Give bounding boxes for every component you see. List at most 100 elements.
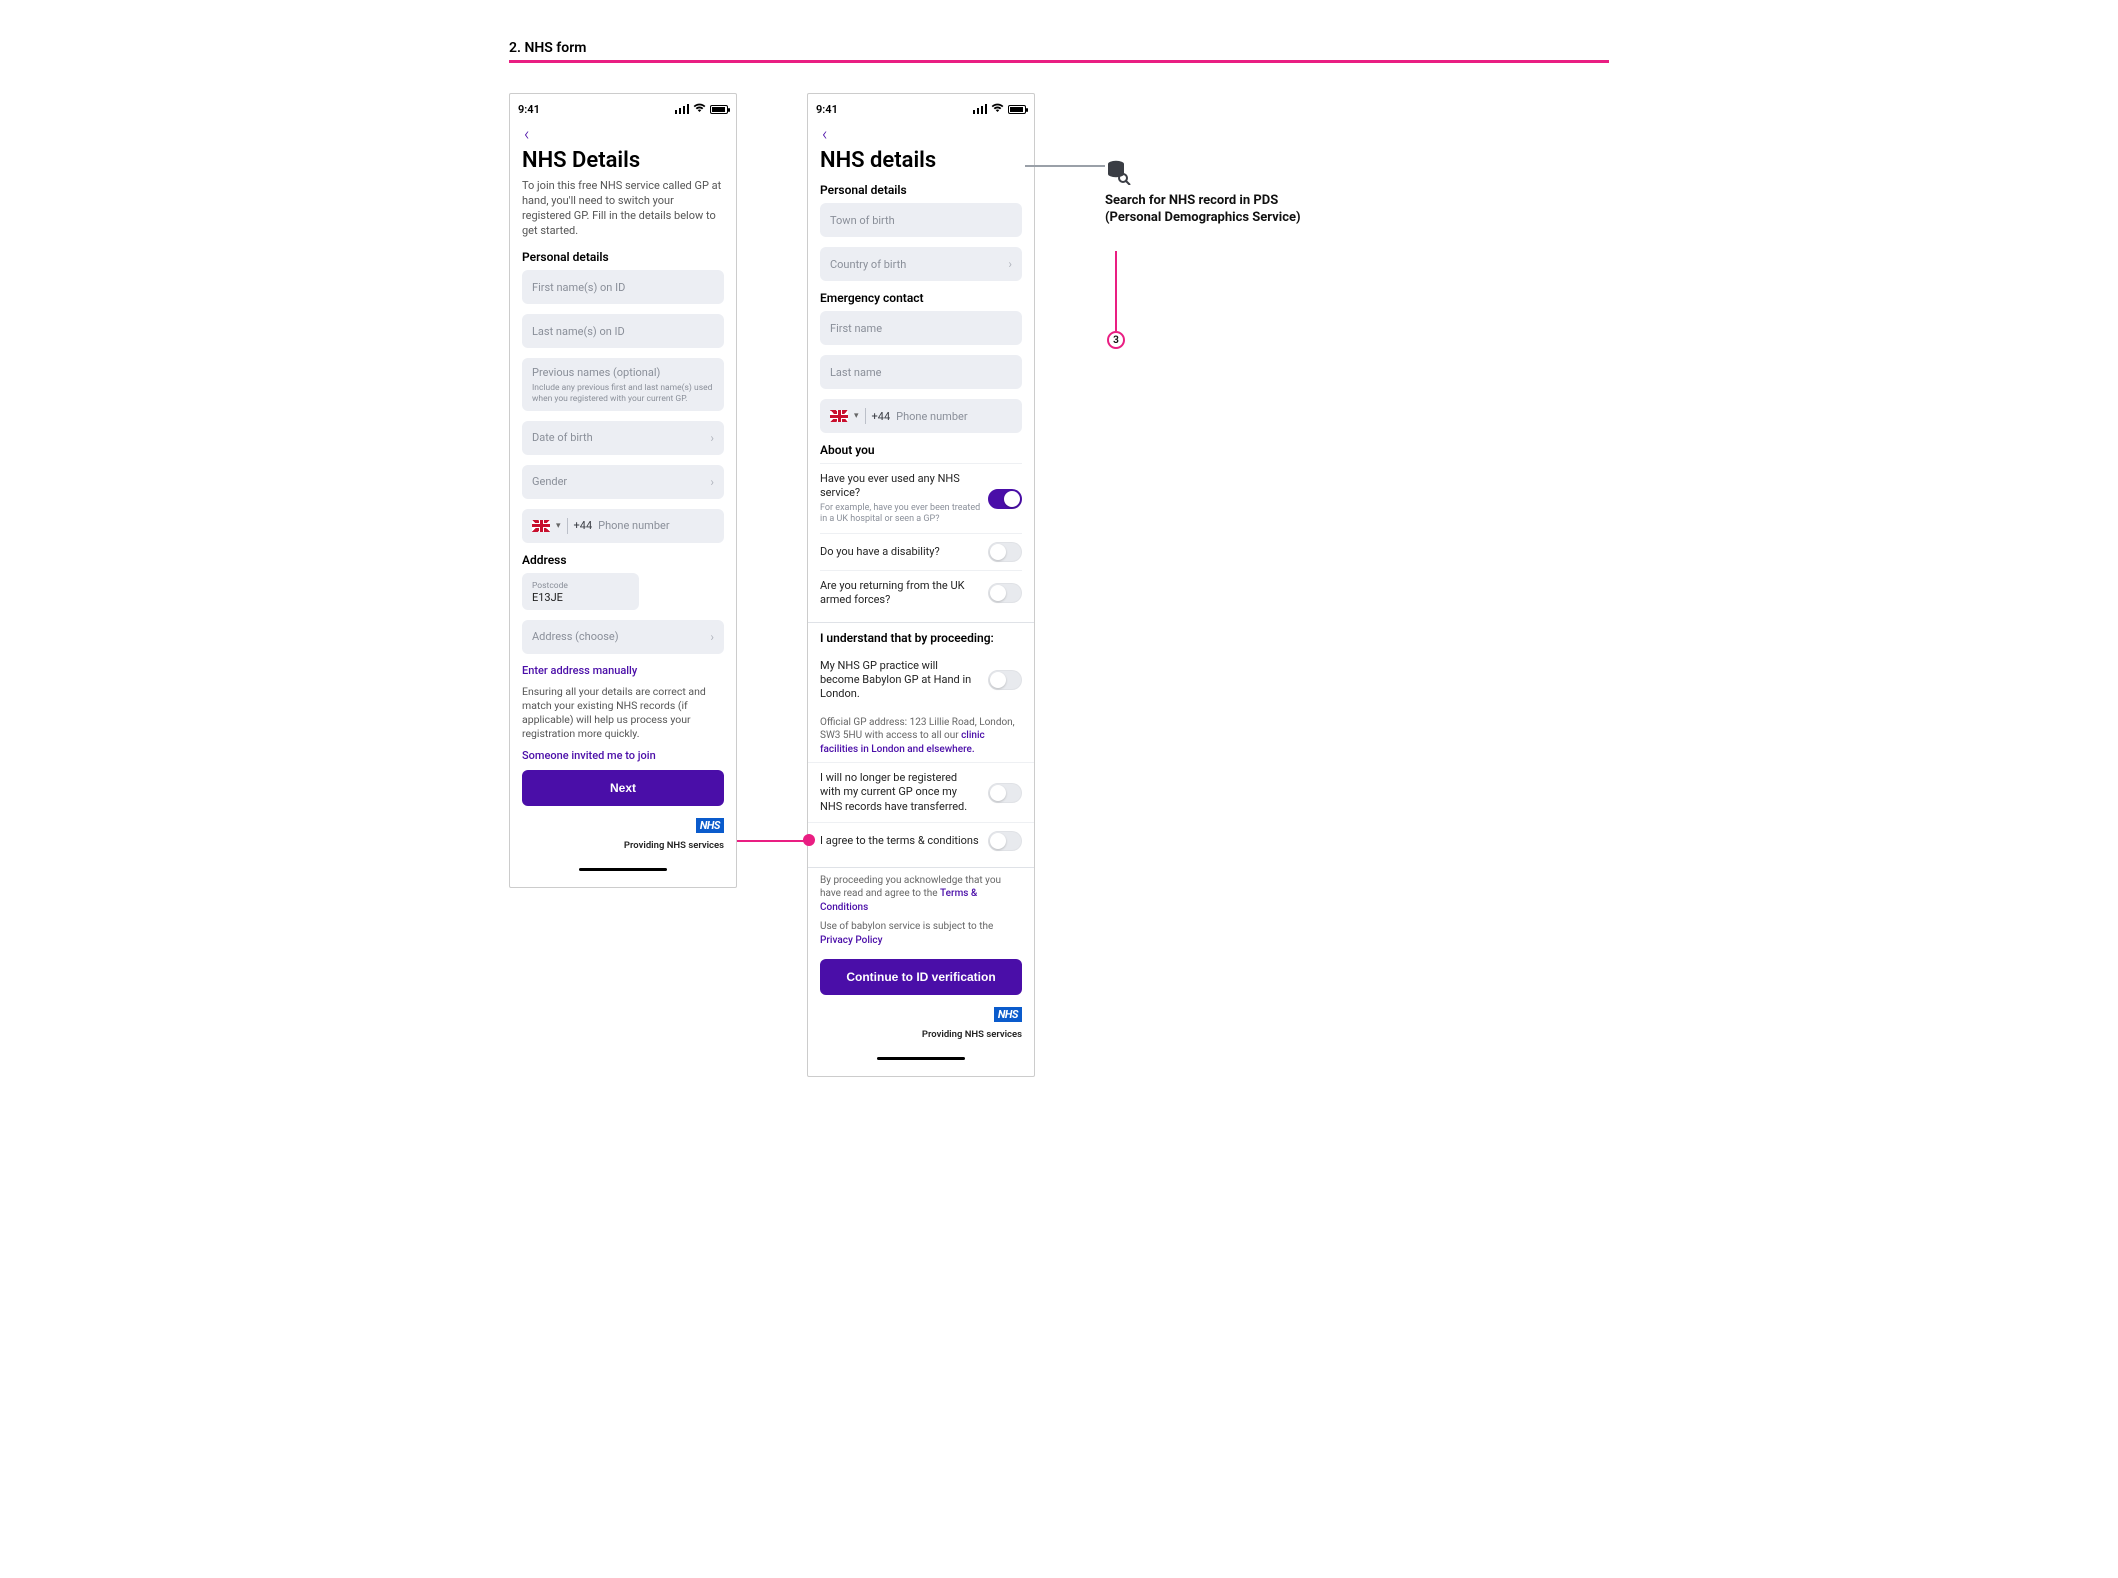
consent-practice-sub: Official GP address: 123 Lillie Road, Lo… xyxy=(820,716,1022,757)
section-title: 2. NHS form xyxy=(509,40,1609,56)
last-name-placeholder: Last name(s) on ID xyxy=(532,325,625,338)
consent-dereg-label: I will no longer be registered with my c… xyxy=(820,771,988,814)
dob-input[interactable]: Date of birth › xyxy=(522,421,724,455)
disability-toggle[interactable] xyxy=(988,542,1022,562)
consent-terms-row: I agree to the terms & conditions xyxy=(820,823,1022,859)
home-indicator xyxy=(579,868,667,871)
back-button[interactable]: ‹ xyxy=(522,124,724,144)
connector-dot xyxy=(803,834,815,846)
phone-input[interactable]: ▾ +44 Phone number xyxy=(522,509,724,543)
consent-dereg-toggle[interactable] xyxy=(988,783,1022,803)
consent-terms-toggle[interactable] xyxy=(988,831,1022,851)
armed-forces-label: Are you returning from the UK armed forc… xyxy=(820,579,988,608)
postcode-value: E13JE xyxy=(532,591,563,604)
signal-icon xyxy=(675,104,689,114)
consent-practice-row: My NHS GP practice will become Babylon G… xyxy=(820,651,1022,710)
uk-flag-icon xyxy=(532,520,550,532)
step-badge-3: 3 xyxy=(1107,331,1125,349)
ack-text: By proceeding you acknowledge that you h… xyxy=(820,874,1022,915)
consent-block: I understand that by proceeding: My NHS … xyxy=(808,622,1034,868)
personal-details-heading: Personal details xyxy=(522,250,724,264)
postcode-input[interactable]: Postcode E13JE xyxy=(522,573,639,610)
page-title: NHS Details xyxy=(522,148,724,173)
dob-placeholder: Date of birth xyxy=(532,431,593,444)
annotation-block: Search for NHS record in PDS (Personal D… xyxy=(1105,93,1305,227)
nhs-subtitle: Providing NHS services xyxy=(624,840,724,851)
annotation-connector-pink xyxy=(1115,251,1117,331)
continue-button[interactable]: Continue to ID verification xyxy=(820,959,1022,995)
armed-forces-toggle[interactable] xyxy=(988,583,1022,603)
divider xyxy=(567,518,568,534)
status-time: 9:41 xyxy=(816,103,838,116)
consent-terms-label: I agree to the terms & conditions xyxy=(820,834,987,848)
about-you-heading: About you xyxy=(820,443,1022,457)
gender-placeholder: Gender xyxy=(532,475,567,488)
country-code: +44 xyxy=(574,519,593,532)
status-time: 9:41 xyxy=(518,103,540,116)
someone-invited-link[interactable]: Someone invited me to join xyxy=(522,749,724,762)
privacy-link[interactable]: Privacy Policy xyxy=(820,935,883,946)
emergency-contact-heading: Emergency contact xyxy=(820,291,1022,305)
country-code: +44 xyxy=(872,410,891,423)
wifi-icon xyxy=(693,103,706,116)
efirst-placeholder: First name xyxy=(830,322,882,335)
phone-placeholder: Phone number xyxy=(598,519,669,532)
caret-down-icon: ▾ xyxy=(556,521,561,531)
consent-practice-sub-text: Official GP address: 123 Lillie Road, Lo… xyxy=(820,717,1015,742)
phone-screen-1: 9:41 ‹ NHS Details To join this free NHS… xyxy=(509,93,737,888)
gender-input[interactable]: Gender › xyxy=(522,465,724,499)
country-of-birth-input[interactable]: Country of birth › xyxy=(820,247,1022,281)
address-heading: Address xyxy=(522,553,724,567)
emergency-first-name-input[interactable]: First name xyxy=(820,311,1022,345)
wifi-icon xyxy=(991,103,1004,116)
status-bar: 9:41 xyxy=(808,94,1034,124)
previous-names-help: Include any previous first and last name… xyxy=(532,383,714,404)
nhs-logo: NHS xyxy=(994,1007,1022,1022)
used-nhs-label: Have you ever used any NHS service? xyxy=(820,472,988,501)
chevron-right-icon: › xyxy=(1008,257,1012,271)
phone-placeholder: Phone number xyxy=(896,410,967,423)
previous-names-input[interactable]: Previous names (optional) Include any pr… xyxy=(522,358,724,410)
previous-names-placeholder: Previous names (optional) xyxy=(532,366,660,379)
divider xyxy=(865,408,866,424)
address-choose-placeholder: Address (choose) xyxy=(532,630,619,643)
personal-details-heading: Personal details xyxy=(820,183,1022,197)
town-of-birth-input[interactable]: Town of birth xyxy=(820,203,1022,237)
emergency-phone-input[interactable]: ▾ +44 Phone number xyxy=(820,399,1022,433)
ensure-note: Ensuring all your details are correct an… xyxy=(522,685,724,742)
disability-label: Do you have a disability? xyxy=(820,545,948,559)
used-nhs-row: Have you ever used any NHS service? For … xyxy=(820,463,1022,533)
battery-icon xyxy=(1008,105,1026,114)
back-button[interactable]: ‹ xyxy=(820,124,1022,144)
consent-practice-label: My NHS GP practice will become Babylon G… xyxy=(820,659,988,702)
status-icons xyxy=(973,103,1026,116)
town-placeholder: Town of birth xyxy=(830,214,895,227)
caret-down-icon: ▾ xyxy=(854,411,859,421)
chevron-right-icon: › xyxy=(710,630,714,644)
used-nhs-toggle[interactable] xyxy=(988,489,1022,509)
first-name-input[interactable]: First name(s) on ID xyxy=(522,270,724,304)
annotation-connector-grey xyxy=(1025,165,1105,167)
next-button[interactable]: Next xyxy=(522,770,724,806)
chevron-right-icon: › xyxy=(710,475,714,489)
last-name-input[interactable]: Last name(s) on ID xyxy=(522,314,724,348)
privacy-text: Use of babylon service is subject to the… xyxy=(820,920,1022,947)
postcode-label: Postcode xyxy=(532,581,629,591)
nhs-logo: NHS xyxy=(696,818,724,833)
consent-dereg-row: I will no longer be registered with my c… xyxy=(820,763,1022,822)
phone-screen-2: 9:41 ‹ NHS details Personal details Town… xyxy=(807,93,1035,1077)
emergency-last-name-input[interactable]: Last name xyxy=(820,355,1022,389)
nhs-footer: NHS Providing NHS services xyxy=(820,1003,1022,1041)
database-search-icon xyxy=(1105,159,1131,185)
armed-forces-row: Are you returning from the UK armed forc… xyxy=(820,570,1022,616)
enter-address-manually-link[interactable]: Enter address manually xyxy=(522,664,724,677)
elast-placeholder: Last name xyxy=(830,366,881,379)
page-title: NHS details xyxy=(820,148,1022,173)
connector-line xyxy=(737,840,809,842)
signal-icon xyxy=(973,104,987,114)
battery-icon xyxy=(710,105,728,114)
status-bar: 9:41 xyxy=(510,94,736,124)
address-choose-input[interactable]: Address (choose) › xyxy=(522,620,724,654)
home-indicator xyxy=(877,1057,965,1060)
consent-practice-toggle[interactable] xyxy=(988,670,1022,690)
